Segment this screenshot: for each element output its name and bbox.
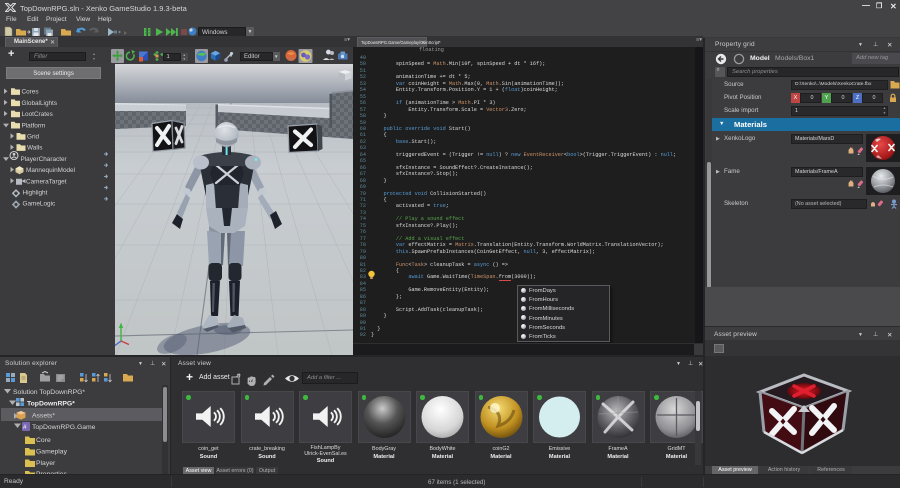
svg-text:CameraTarget: CameraTarget: [26, 178, 67, 185]
svg-text:Core: Core: [36, 437, 51, 444]
svg-text:Solution TopDownRPG*: Solution TopDownRPG*: [13, 389, 85, 396]
svg-text:MannequinModel: MannequinModel: [26, 167, 75, 174]
svg-text:Platform: Platform: [22, 122, 46, 129]
svg-text:#: #: [23, 424, 27, 431]
svg-text:TopDownRPG.Game: TopDownRPG.Game: [32, 424, 96, 431]
svg-text:PlayerCharacter: PlayerCharacter: [21, 156, 68, 163]
svg-text:Grid: Grid: [27, 134, 40, 141]
svg-text:Highlight: Highlight: [23, 190, 48, 197]
svg-text:GameLogic: GameLogic: [23, 201, 56, 208]
svg-text:LootCrates: LootCrates: [22, 111, 53, 118]
svg-text:Assets*: Assets*: [32, 413, 55, 420]
svg-text:Cores: Cores: [22, 89, 39, 96]
svg-text:Walls: Walls: [27, 145, 42, 152]
svg-text:Player: Player: [36, 460, 56, 467]
svg-text:TopDownRPG*: TopDownRPG*: [27, 401, 75, 408]
svg-text:Gameplay: Gameplay: [36, 449, 68, 456]
svg-text:GlobalLights: GlobalLights: [22, 100, 58, 107]
